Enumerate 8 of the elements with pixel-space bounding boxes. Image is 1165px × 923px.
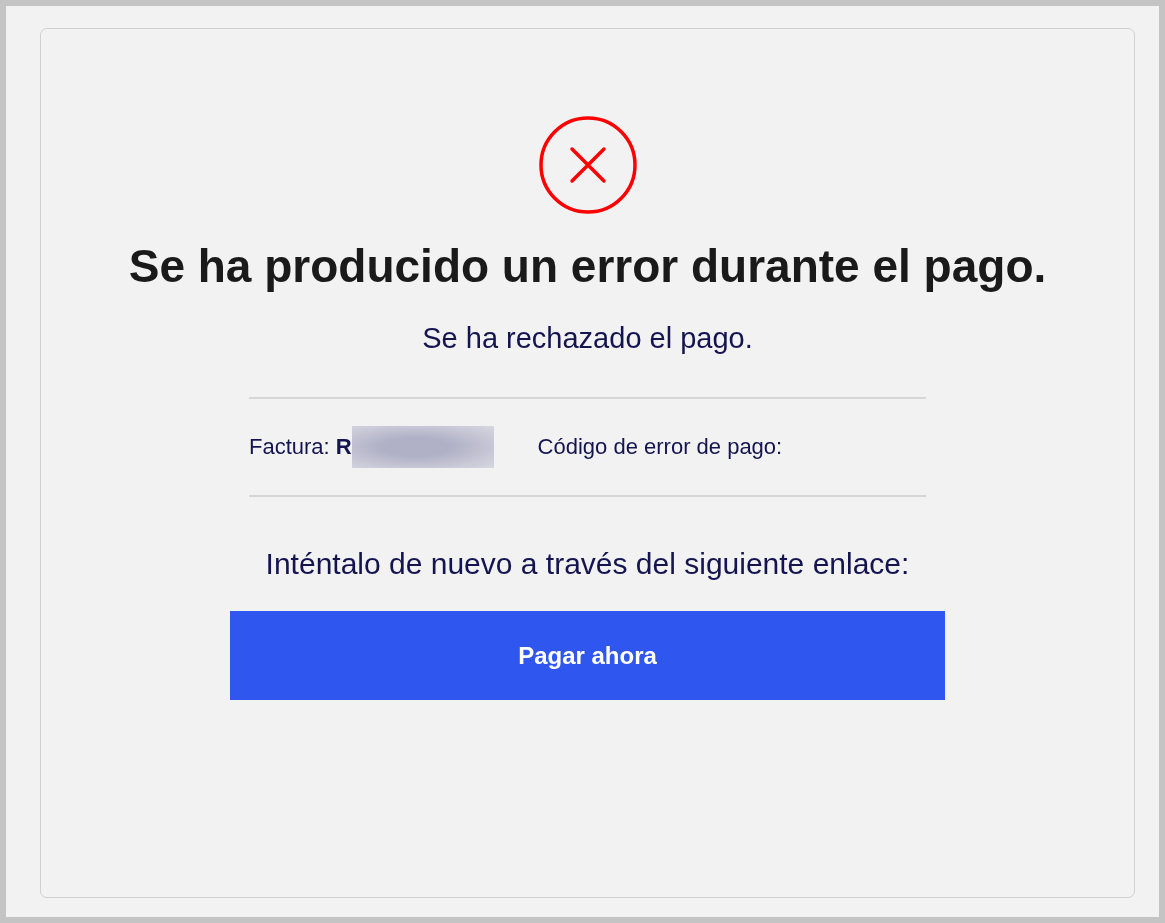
invoice-number: R <box>335 434 352 460</box>
invoice-label: Factura: <box>249 434 330 460</box>
error-title: Se ha producido un error durante el pago. <box>127 239 1048 294</box>
error-code-label: Código de error de pago: <box>537 434 783 460</box>
pay-now-button[interactable]: Pagar ahora <box>230 611 945 700</box>
retry-text: Inténtalo de nuevo a través del siguiente enlace: <box>265 547 910 581</box>
error-message: Se ha rechazado el pago. <box>422 322 753 355</box>
error-icon <box>537 115 638 215</box>
